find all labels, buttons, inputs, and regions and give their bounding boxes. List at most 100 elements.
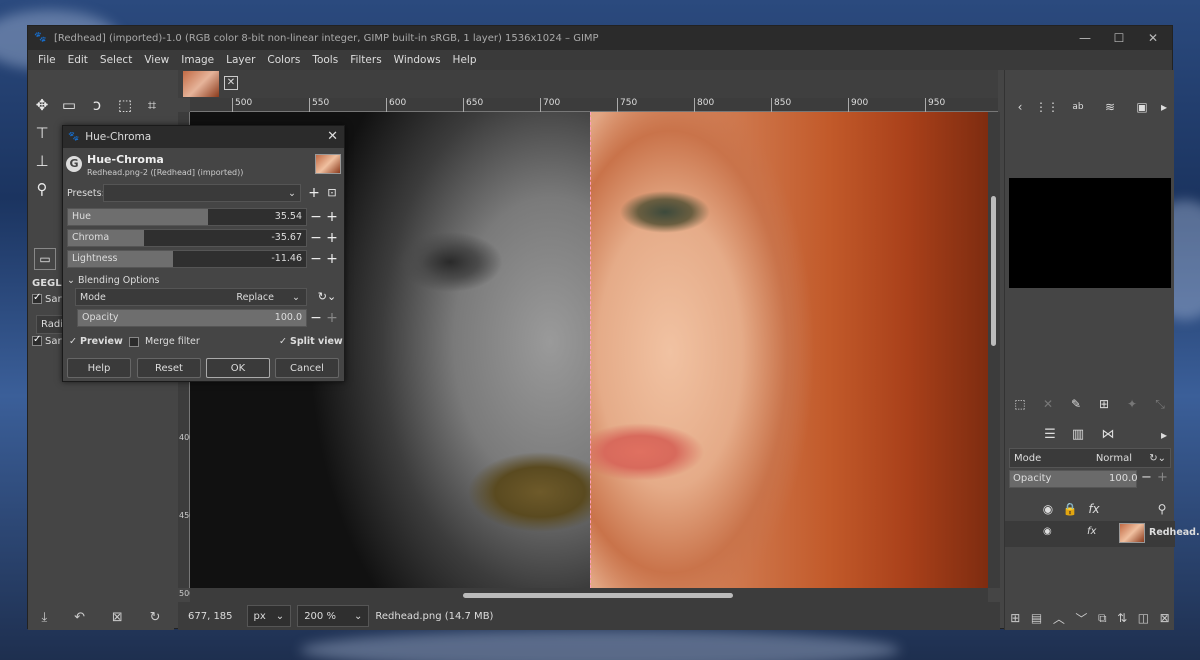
- image-tab-thumbnail[interactable]: [183, 71, 219, 97]
- move-tool-icon[interactable]: ✥: [31, 94, 53, 116]
- zoom-fit-icon[interactable]: ⬚: [1011, 395, 1029, 413]
- menu-file[interactable]: File: [32, 54, 62, 66]
- delete-options-icon[interactable]: ⊠: [112, 610, 123, 625]
- unit-select[interactable]: px ⌄: [246, 605, 292, 627]
- blend-mode-select[interactable]: Mode Replace ⌄: [75, 288, 307, 306]
- ok-button[interactable]: OK: [206, 358, 270, 378]
- mask-icon[interactable]: ◫: [1138, 611, 1149, 625]
- raise-layer-icon[interactable]: ︿: [1053, 610, 1065, 627]
- new-layer-icon[interactable]: ⊞: [1010, 611, 1020, 625]
- merge-filter-checkbox[interactable]: Merge filter: [129, 336, 200, 347]
- blend-opacity-slider[interactable]: Opacity 100.0: [77, 309, 307, 327]
- lasso-tool-icon[interactable]: ↄ: [86, 94, 108, 116]
- plus-icon[interactable]: +: [325, 250, 339, 268]
- reset-button[interactable]: Reset: [137, 358, 201, 378]
- vertical-scroll-thumb[interactable]: [991, 196, 996, 346]
- zoom-tool-icon[interactable]: ⚲: [31, 178, 53, 200]
- menu-edit[interactable]: Edit: [62, 54, 94, 66]
- minus-icon[interactable]: −: [309, 309, 323, 327]
- search-icon[interactable]: ⚲: [1153, 500, 1171, 518]
- horizontal-scroll-thumb[interactable]: [463, 593, 733, 598]
- menu-colors[interactable]: Colors: [261, 54, 306, 66]
- layers-stack-icon[interactable]: ≋: [1101, 98, 1119, 116]
- blending-options-expander[interactable]: ⌄ Blending Options: [67, 275, 159, 286]
- horizontal-scrollbar[interactable]: [190, 588, 988, 602]
- fx-icon[interactable]: fx: [1085, 500, 1103, 518]
- minus-icon[interactable]: −: [309, 208, 323, 226]
- lock-icon[interactable]: 🔒: [1061, 500, 1079, 518]
- menu-select[interactable]: Select: [94, 54, 138, 66]
- split-view-guide[interactable]: [590, 112, 591, 588]
- tool-option-row-3[interactable]: Sar: [32, 334, 62, 347]
- tool-option-row-1[interactable]: Sar: [32, 292, 62, 305]
- save-options-icon[interactable]: ⤓: [41, 610, 47, 625]
- plus-icon[interactable]: +: [1157, 470, 1168, 485]
- presets-select[interactable]: ⌄: [103, 184, 301, 202]
- channels-panel-icon[interactable]: ▥: [1069, 426, 1087, 444]
- layer-opacity-slider[interactable]: Opacity 100.0 − +: [1009, 470, 1171, 488]
- edit-icon[interactable]: ✎: [1067, 395, 1085, 413]
- chroma-slider[interactable]: Chroma -35.67: [67, 229, 307, 247]
- menu-help[interactable]: Help: [447, 54, 483, 66]
- tool-option-checkbox-3[interactable]: [32, 334, 42, 346]
- paths-panel-icon[interactable]: ⋈: [1099, 426, 1117, 444]
- chevron-left-icon[interactable]: ‹: [1011, 98, 1029, 116]
- split-view-checkbox[interactable]: ✓ Split view: [279, 336, 343, 347]
- duplicate-layer-icon[interactable]: ⧉: [1098, 611, 1107, 626]
- reset-options-icon[interactable]: ↻: [150, 610, 161, 625]
- navigation-preview[interactable]: [1009, 178, 1171, 288]
- clone-tool-icon[interactable]: ⊥: [31, 150, 53, 172]
- menu-filters[interactable]: Filters: [344, 54, 387, 66]
- lightness-slider[interactable]: Lightness -11.46: [67, 250, 307, 268]
- delete-layer-icon[interactable]: ⊠: [1160, 611, 1170, 625]
- layer-mode-select[interactable]: Mode Normal ↻⌄: [1009, 448, 1171, 468]
- dock-menu-icon[interactable]: ▸: [1155, 98, 1173, 116]
- menu-image[interactable]: Image: [175, 54, 220, 66]
- new-group-icon[interactable]: ▤: [1031, 611, 1042, 625]
- tool-options-icon[interactable]: ▭: [34, 248, 56, 270]
- close-image-tab-icon[interactable]: ✕: [224, 76, 238, 90]
- cancel-button[interactable]: Cancel: [275, 358, 339, 378]
- menu-view[interactable]: View: [138, 54, 175, 66]
- lower-layer-icon[interactable]: ﹀: [1075, 610, 1087, 627]
- menu-tools[interactable]: Tools: [306, 54, 344, 66]
- dock-menu-icon[interactable]: ▸: [1155, 426, 1173, 444]
- reset-mode-icon[interactable]: ↻⌄: [313, 288, 341, 306]
- zoom-out-icon[interactable]: ✕: [1039, 395, 1057, 413]
- add-preset-icon[interactable]: +: [307, 184, 321, 202]
- merge-filter-box[interactable]: [129, 336, 139, 347]
- text-icon[interactable]: ab: [1069, 98, 1087, 116]
- minus-icon[interactable]: −: [309, 250, 323, 268]
- plus-icon[interactable]: +: [325, 208, 339, 226]
- vertical-scrollbar[interactable]: [988, 112, 1000, 588]
- preset-menu-icon[interactable]: ⊡: [325, 184, 339, 202]
- wand-icon[interactable]: ✦: [1123, 395, 1141, 413]
- minus-icon[interactable]: −: [1141, 470, 1152, 485]
- transform-tool-icon[interactable]: ⊤: [31, 122, 53, 144]
- layers-panel-icon[interactable]: ☰: [1041, 426, 1059, 444]
- layer-row[interactable]: ◉ fx Redhead.pn: [1005, 521, 1200, 547]
- close-window-button[interactable]: ✕: [1136, 26, 1170, 50]
- maximize-button[interactable]: ☐: [1102, 26, 1136, 50]
- reset-mode-icon[interactable]: ↻⌄: [1149, 453, 1166, 464]
- merge-layer-icon[interactable]: ⇅: [1117, 611, 1127, 625]
- rect-select-tool-icon[interactable]: ▭: [58, 94, 80, 116]
- navigator-icon[interactable]: ▣: [1133, 98, 1151, 116]
- minus-icon[interactable]: −: [309, 229, 323, 247]
- menu-windows[interactable]: Windows: [388, 54, 447, 66]
- menu-layer[interactable]: Layer: [220, 54, 261, 66]
- preview-checkbox[interactable]: ✓ Preview: [69, 336, 123, 347]
- eye-icon[interactable]: ◉: [1039, 500, 1057, 518]
- help-button[interactable]: Help: [67, 358, 131, 378]
- expand-icon[interactable]: ⤡: [1151, 395, 1169, 413]
- minimize-button[interactable]: —: [1068, 26, 1102, 50]
- filmstrip-icon[interactable]: ⊞: [1095, 395, 1113, 413]
- plus-icon[interactable]: +: [325, 309, 339, 327]
- hue-slider[interactable]: Hue 35.54: [67, 208, 307, 226]
- restore-options-icon[interactable]: ↶: [74, 610, 85, 625]
- crop-tool-icon[interactable]: ⌗: [141, 94, 163, 116]
- eye-icon[interactable]: ◉: [1043, 526, 1052, 537]
- plus-icon[interactable]: +: [325, 229, 339, 247]
- tool-option-checkbox-1[interactable]: [32, 292, 42, 304]
- fuzzy-select-tool-icon[interactable]: ⬚: [114, 94, 136, 116]
